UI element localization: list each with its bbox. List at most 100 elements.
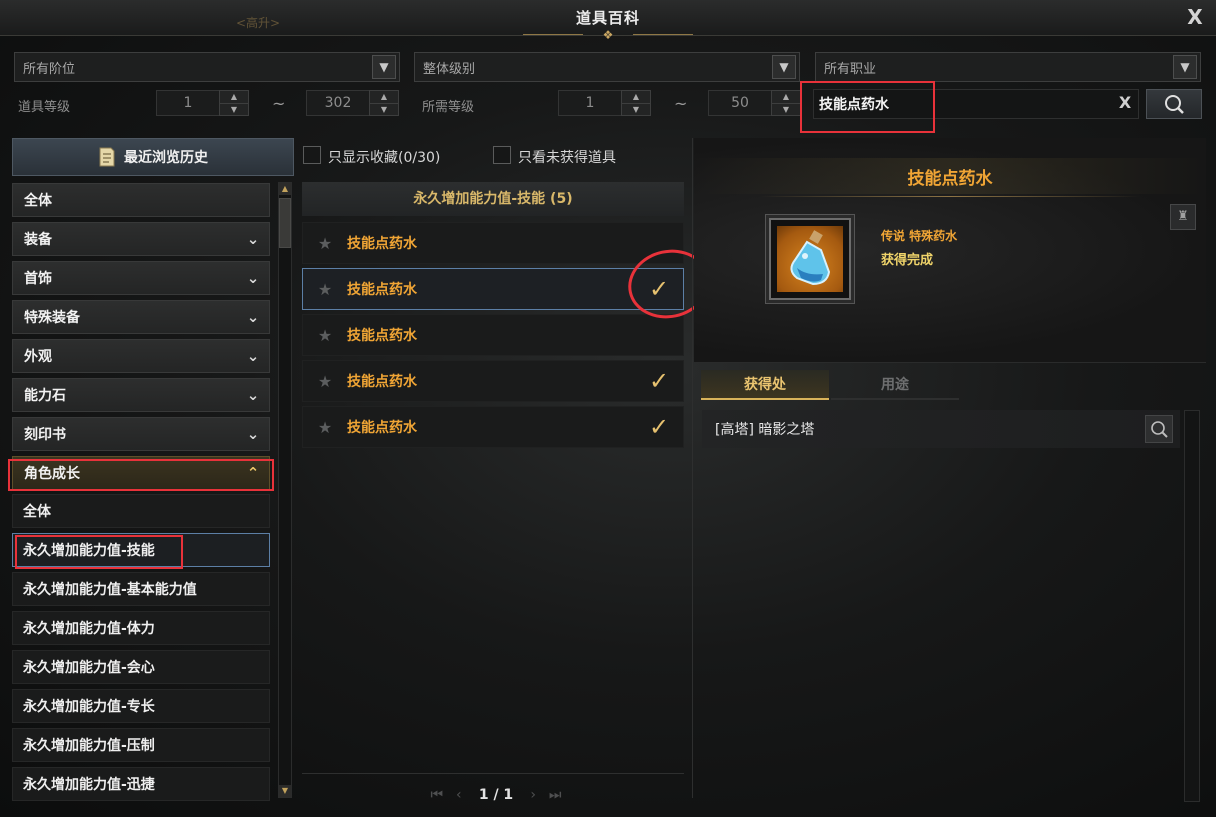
level-dropdown[interactable]: 整体级别 ▼ [414, 52, 800, 82]
star-icon[interactable]: ★ [303, 372, 347, 391]
class-dropdown-label: 所有职业 [824, 61, 877, 77]
chevron-down-icon[interactable]: ▼ [772, 55, 796, 79]
tab-usage[interactable]: 用途 [831, 370, 959, 400]
search-button[interactable] [1146, 89, 1202, 119]
subcategory-basic-stat[interactable]: 永久增加能力值-基本能力值 [12, 572, 270, 606]
highlight-subcategory-annotation [15, 535, 183, 569]
item-level-max-field[interactable]: 302 [306, 90, 370, 116]
source-entry[interactable]: [高塔] 暗影之塔 [702, 410, 1180, 448]
subcategory-label: 永久增加能力值-迅捷 [23, 777, 155, 793]
subcategory-label: 全体 [23, 504, 51, 520]
star-icon[interactable]: ★ [303, 418, 347, 437]
item-name: 技能点药水 [347, 236, 417, 252]
list-item[interactable]: ★ 技能点药水 [302, 314, 684, 356]
star-icon[interactable]: ★ [303, 326, 347, 345]
star-icon[interactable]: ★ [303, 280, 347, 299]
prev-page-icon[interactable]: ‹ [451, 787, 467, 803]
subcategory-all[interactable]: 全体 [12, 494, 270, 528]
category-special-equipment[interactable]: 特殊装备 ⌄ [12, 300, 270, 334]
subcategory-label: 永久增加能力值-压制 [23, 738, 155, 754]
category-label: 能力石 [24, 388, 66, 404]
first-page-icon[interactable]: ⏮ [429, 787, 445, 803]
chevron-down-icon[interactable]: ▼ [372, 55, 396, 79]
detail-scrollbar[interactable] [1184, 410, 1200, 802]
category-appearance[interactable]: 外观 ⌄ [12, 339, 270, 373]
sidebar-scroll-thumb[interactable] [279, 198, 291, 248]
helmet-icon[interactable]: ♜ [1170, 204, 1196, 230]
subcategory-crit[interactable]: 永久增加能力值-会心 [12, 650, 270, 684]
chevron-down-icon: ⌄ [246, 347, 260, 365]
list-header: 永久增加能力值-技能 (5) [302, 182, 684, 216]
search-icon [1165, 95, 1184, 114]
stepper-up-icon[interactable]: ▲ [622, 91, 650, 104]
sidebar-scrollbar[interactable]: ▲ ▼ [278, 182, 292, 798]
stepper-down-icon[interactable]: ▼ [370, 104, 398, 116]
range-separator: ~ [674, 94, 688, 113]
item-level-min-stepper[interactable]: ▲ ▼ [219, 90, 249, 116]
list-item[interactable]: ★ 技能点药水 ✓ [302, 406, 684, 448]
unobtained-only-checkbox[interactable] [493, 146, 511, 164]
class-dropdown[interactable]: 所有职业 ▼ [815, 52, 1201, 82]
chevron-down-icon: ⌄ [246, 230, 260, 248]
stepper-down-icon[interactable]: ▼ [622, 104, 650, 116]
stepper-up-icon[interactable]: ▲ [370, 91, 398, 104]
required-level-max-stepper[interactable]: ▲ ▼ [771, 90, 801, 116]
list-item[interactable]: ★ 技能点药水 ✓ [302, 268, 684, 310]
required-level-label: 所需等级 [422, 100, 475, 115]
category-ability-stone[interactable]: 能力石 ⌄ [12, 378, 270, 412]
subcategory-label: 永久增加能力值-会心 [23, 660, 155, 676]
next-page-icon[interactable]: › [525, 787, 541, 803]
category-label: 刻印书 [24, 427, 66, 443]
item-name: 技能点药水 [347, 282, 417, 298]
scroll-down-icon[interactable]: ▼ [279, 785, 291, 797]
item-name: 技能点药水 [347, 328, 417, 344]
tab-source[interactable]: 获得处 [701, 370, 829, 400]
close-button[interactable]: X [1182, 4, 1208, 30]
category-all[interactable]: 全体 [12, 183, 270, 217]
last-page-icon[interactable]: ⏭ [547, 787, 563, 803]
level-dropdown-label: 整体级别 [423, 61, 476, 77]
tier-dropdown-label: 所有阶位 [23, 61, 76, 77]
detail-item-title: 技能点药水 [907, 169, 993, 189]
category-equipment[interactable]: 装备 ⌄ [12, 222, 270, 256]
required-level-max-field[interactable]: 50 [708, 90, 772, 116]
category-label: 装备 [24, 232, 52, 248]
list-item[interactable]: ★ 技能点药水 [302, 222, 684, 264]
scroll-up-icon[interactable]: ▲ [279, 183, 291, 195]
window-title: 道具百科 [575, 9, 640, 27]
favorites-only-checkbox[interactable] [303, 146, 321, 164]
chevron-down-icon: ⌄ [246, 386, 260, 404]
item-name: 技能点药水 [347, 420, 417, 436]
panel-divider [692, 138, 693, 798]
required-level-min-field[interactable]: 1 [558, 90, 622, 116]
required-level-min-stepper[interactable]: ▲ ▼ [621, 90, 651, 116]
item-level-min-field[interactable]: 1 [156, 90, 220, 116]
search-icon [1151, 421, 1168, 438]
favorites-only-label: 只显示收藏(0/30) [328, 150, 441, 166]
list-item[interactable]: ★ 技能点药水 ✓ [302, 360, 684, 402]
tier-dropdown[interactable]: 所有阶位 ▼ [14, 52, 400, 82]
category-accessory[interactable]: 首饰 ⌄ [12, 261, 270, 295]
detail-divider [696, 362, 1206, 363]
subcategory-swiftness[interactable]: 永久增加能力值-迅捷 [12, 767, 270, 801]
stepper-down-icon[interactable]: ▼ [220, 104, 248, 116]
subcategory-vitality[interactable]: 永久增加能力值-体力 [12, 611, 270, 645]
item-level-max-stepper[interactable]: ▲ ▼ [369, 90, 399, 116]
list-divider [302, 773, 684, 774]
stepper-up-icon[interactable]: ▲ [772, 91, 800, 104]
category-label: 特殊装备 [24, 310, 80, 326]
subcategory-domination[interactable]: 永久增加能力值-压制 [12, 728, 270, 762]
category-label: 外观 [24, 349, 52, 365]
chevron-down-icon[interactable]: ▼ [1173, 55, 1197, 79]
subcategory-specialization[interactable]: 永久增加能力值-专长 [12, 689, 270, 723]
recent-history-label: 最近浏览历史 [124, 150, 208, 166]
stepper-down-icon[interactable]: ▼ [772, 104, 800, 116]
stepper-up-icon[interactable]: ▲ [220, 91, 248, 104]
recent-history-button[interactable]: 最近浏览历史 [12, 138, 294, 176]
title-ornament-icon: ❖ [523, 28, 693, 42]
clear-search-button[interactable]: X [1114, 92, 1136, 114]
source-search-button[interactable] [1145, 415, 1173, 443]
star-icon[interactable]: ★ [303, 234, 347, 253]
category-engraving-book[interactable]: 刻印书 ⌄ [12, 417, 270, 451]
unobtained-only-label: 只看未获得道具 [518, 150, 616, 166]
